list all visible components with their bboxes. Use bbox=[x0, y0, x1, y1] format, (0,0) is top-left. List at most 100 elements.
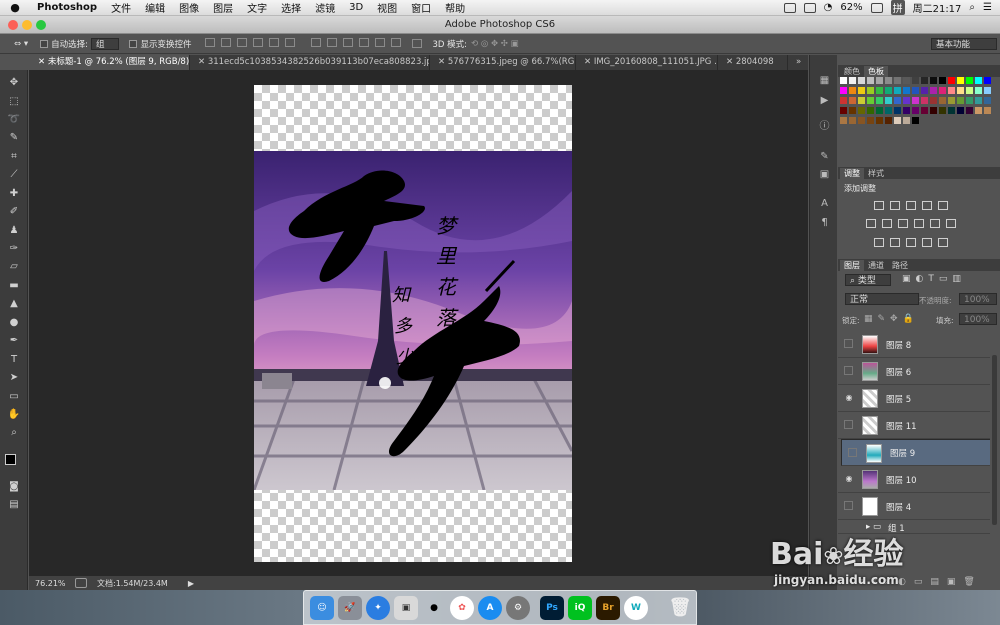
color-swatch[interactable] bbox=[894, 97, 901, 104]
tab-channels[interactable]: 通道 bbox=[864, 260, 888, 271]
color-swatch[interactable] bbox=[885, 97, 892, 104]
stamp-tool-icon[interactable]: ♟ bbox=[7, 224, 21, 237]
battery-icon[interactable] bbox=[870, 2, 883, 13]
color-swatch[interactable] bbox=[876, 77, 883, 84]
path-select-tool-icon[interactable]: ➤ bbox=[7, 371, 21, 384]
lock-icons[interactable]: ▦✎✥🔒 bbox=[864, 314, 919, 324]
move-tool-preset-icon[interactable]: ⇔ ▾ bbox=[14, 39, 28, 49]
distribute-top-icon[interactable] bbox=[310, 37, 321, 47]
color-swatch[interactable] bbox=[948, 107, 955, 114]
color-swatch[interactable] bbox=[948, 77, 955, 84]
auto-align-icon[interactable] bbox=[411, 39, 422, 48]
app-store-icon[interactable]: A bbox=[478, 596, 502, 620]
close-window-icon[interactable] bbox=[8, 20, 18, 30]
menu-select[interactable]: 选择 bbox=[274, 0, 308, 15]
photos-icon[interactable]: ✿ bbox=[450, 596, 474, 620]
color-swatch[interactable] bbox=[840, 77, 847, 84]
color-swatch[interactable] bbox=[930, 107, 937, 114]
3d-mode-icons[interactable]: ⟲ ◎ ✥ ✣ ▣ bbox=[471, 39, 519, 49]
color-swatch[interactable] bbox=[930, 77, 937, 84]
black-white-icon[interactable] bbox=[898, 219, 908, 228]
trash-icon[interactable]: 🗑 bbox=[668, 596, 692, 620]
menu-filter[interactable]: 滤镜 bbox=[308, 0, 342, 15]
color-swatch[interactable] bbox=[894, 77, 901, 84]
color-swatch[interactable] bbox=[867, 117, 874, 124]
quick-mask-icon[interactable]: ◙ bbox=[7, 480, 21, 493]
tab-img[interactable]: ✕ IMG_20160808_111051.JPG ... bbox=[576, 55, 718, 70]
color-swatch[interactable] bbox=[867, 107, 874, 114]
exposure-icon[interactable] bbox=[922, 201, 932, 210]
threshold-icon[interactable] bbox=[906, 238, 916, 247]
layer-group-row[interactable]: ▸ ▭ 组 1 bbox=[838, 520, 990, 534]
status-icon[interactable] bbox=[75, 578, 87, 588]
launchpad-icon[interactable]: 🚀 bbox=[338, 596, 362, 620]
visibility-toggle[interactable] bbox=[848, 448, 857, 457]
tab-layers[interactable]: 图层 bbox=[840, 260, 864, 271]
finder-icon[interactable]: ☺ bbox=[310, 596, 334, 620]
brightness-icon[interactable] bbox=[874, 201, 884, 210]
color-swatch[interactable] bbox=[840, 87, 847, 94]
fill-input[interactable]: 100% bbox=[959, 313, 997, 325]
menu-app[interactable]: Photoshop bbox=[30, 2, 104, 13]
color-swatch[interactable] bbox=[921, 87, 928, 94]
zoom-tool-icon[interactable]: ⌕ bbox=[7, 426, 21, 439]
layer-row-10[interactable]: ◉ 图层 10 bbox=[838, 466, 990, 493]
color-swatch[interactable] bbox=[939, 97, 946, 104]
brush-panel-icon[interactable]: ✎ bbox=[818, 151, 831, 162]
screen-mode-icon[interactable]: ▤ bbox=[7, 498, 21, 511]
color-swatch[interactable] bbox=[930, 97, 937, 104]
eraser-tool-icon[interactable]: ▱ bbox=[7, 260, 21, 273]
brush-presets-icon[interactable]: ▣ bbox=[818, 169, 831, 180]
color-swatch[interactable] bbox=[894, 117, 901, 124]
layer-row-9[interactable]: 图层 9 bbox=[841, 439, 990, 466]
align-hcenter-icon[interactable] bbox=[268, 37, 279, 47]
input-method[interactable]: 拼 bbox=[890, 0, 905, 15]
color-swatch[interactable] bbox=[894, 107, 901, 114]
character-panel-icon[interactable]: A bbox=[818, 198, 831, 209]
invert-icon[interactable] bbox=[874, 238, 884, 247]
color-swatch[interactable] bbox=[885, 117, 892, 124]
color-swatch[interactable] bbox=[849, 97, 856, 104]
brush-tool-icon[interactable]: ✐ bbox=[7, 205, 21, 218]
color-swatch[interactable] bbox=[984, 97, 991, 104]
curves-icon[interactable] bbox=[906, 201, 916, 210]
selective-color-icon[interactable] bbox=[938, 238, 948, 247]
move-tool-icon[interactable]: ✥ bbox=[7, 76, 21, 89]
posterize-icon[interactable] bbox=[890, 238, 900, 247]
actions-panel-icon[interactable]: ▶ bbox=[818, 95, 831, 106]
color-swatch[interactable] bbox=[849, 87, 856, 94]
auto-select-checkbox[interactable] bbox=[40, 39, 49, 48]
marquee-tool-icon[interactable]: ⬚ bbox=[7, 95, 21, 108]
tab-color[interactable]: 颜色 bbox=[840, 66, 864, 77]
align-left-icon[interactable] bbox=[252, 37, 263, 47]
crop-tool-icon[interactable]: ⌗ bbox=[7, 150, 21, 163]
color-swatch[interactable] bbox=[948, 87, 955, 94]
color-swatch[interactable] bbox=[957, 87, 964, 94]
gradient-map-icon[interactable] bbox=[922, 238, 932, 247]
list-icon[interactable]: ☰ bbox=[983, 2, 992, 13]
menu-view[interactable]: 视图 bbox=[370, 0, 404, 15]
color-swatch[interactable] bbox=[849, 117, 856, 124]
color-swatch[interactable] bbox=[876, 87, 883, 94]
align-right-icon[interactable] bbox=[284, 37, 295, 47]
search-icon[interactable]: ⌕ bbox=[969, 2, 975, 13]
align-vcenter-icon[interactable] bbox=[220, 37, 231, 47]
color-swatch[interactable] bbox=[912, 97, 919, 104]
tab-untitled-1[interactable]: ✕ 未标题-1 @ 76.2% (图层 9, RGB/8) * bbox=[30, 55, 190, 70]
status-menu-arrow-icon[interactable]: ▶ bbox=[188, 579, 194, 588]
color-swatch[interactable] bbox=[966, 87, 973, 94]
zoom-window-icon[interactable] bbox=[36, 20, 46, 30]
color-swatch[interactable] bbox=[885, 87, 892, 94]
layers-scrollbar[interactable] bbox=[992, 355, 997, 525]
color-swatch[interactable] bbox=[912, 77, 919, 84]
layer-row-4[interactable]: 图层 4 bbox=[838, 493, 990, 520]
eye-icon[interactable]: ◉ bbox=[844, 474, 854, 484]
auto-select-dropdown[interactable]: 组 bbox=[90, 37, 120, 50]
info-panel-icon[interactable]: ⓘ bbox=[818, 121, 831, 132]
bridge-icon[interactable]: Br bbox=[596, 596, 620, 620]
distribute-right-icon[interactable] bbox=[390, 37, 401, 47]
eyedropper-tool-icon[interactable]: ⟋ bbox=[7, 168, 21, 181]
color-swatch[interactable] bbox=[840, 117, 847, 124]
tab-paths[interactable]: 路径 bbox=[888, 260, 912, 271]
opacity-input[interactable]: 100% bbox=[959, 293, 997, 305]
